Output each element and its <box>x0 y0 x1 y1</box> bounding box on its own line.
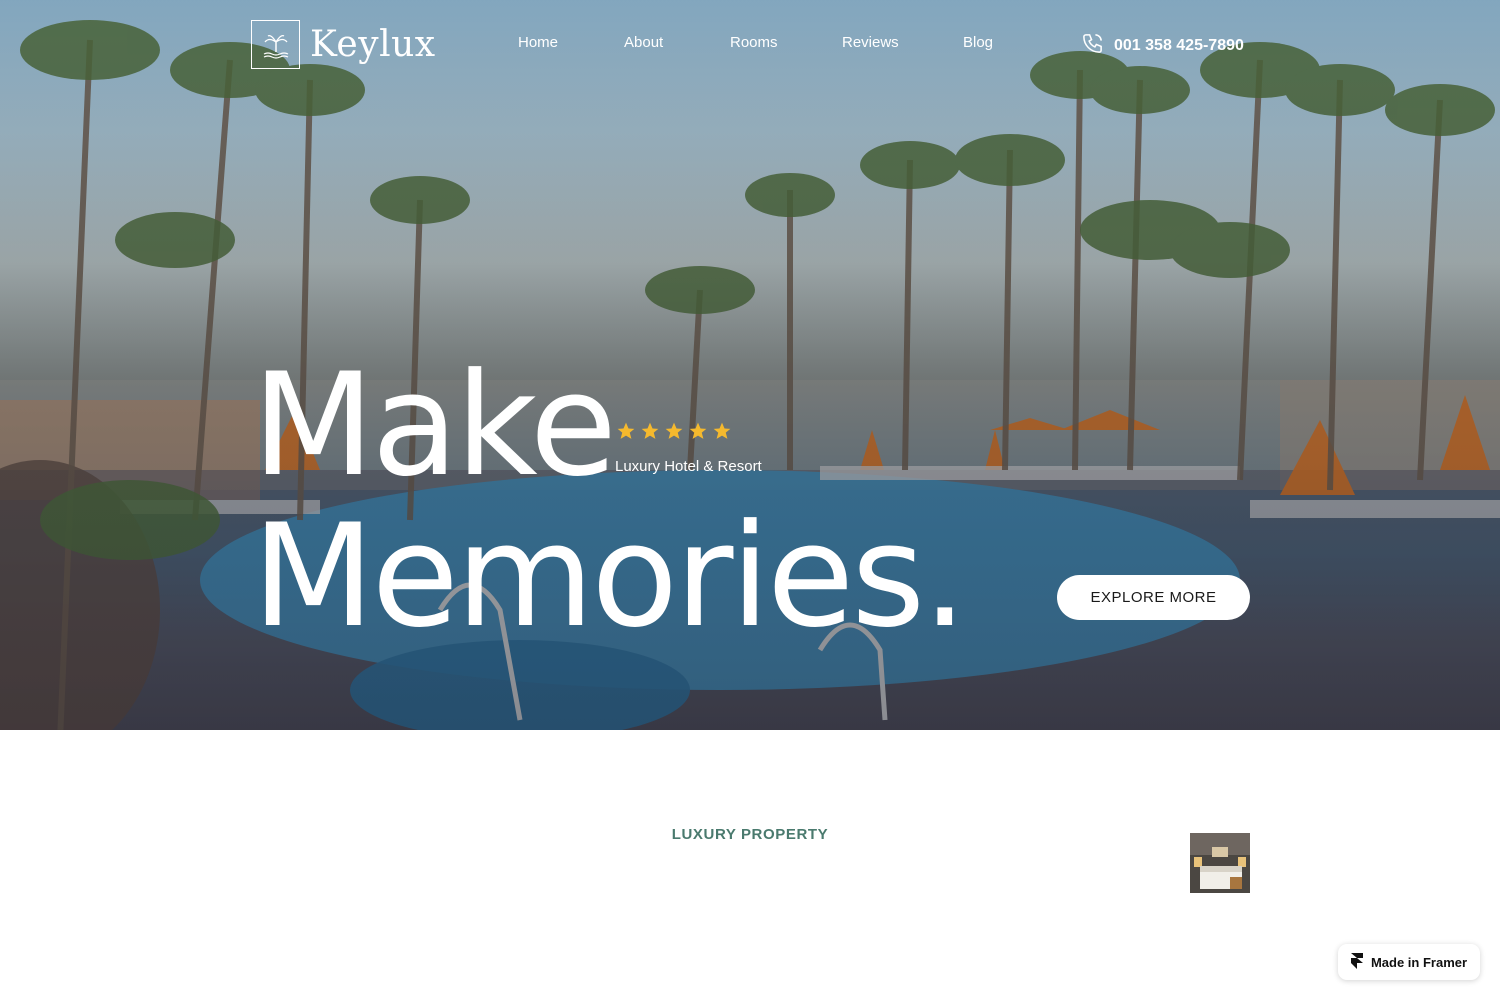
brand-name: Keylux <box>310 24 436 65</box>
palm-logo-icon <box>251 20 300 69</box>
section-eyebrow: LUXURY PROPERTY <box>671 826 829 843</box>
hero-section: Keylux Home About Rooms Reviews Blog 001… <box>0 0 1500 730</box>
nav-item-blog[interactable]: Blog <box>963 34 993 51</box>
phone-icon <box>1081 32 1104 60</box>
framer-icon <box>1350 952 1363 972</box>
badge-label: Made in Framer <box>1370 954 1468 970</box>
star-icon <box>665 422 683 439</box>
hero-headline-line2: Memories. <box>252 494 967 659</box>
phone-number: 001 358 425-7890 <box>1114 37 1244 54</box>
nav-item-home[interactable]: Home <box>518 34 558 51</box>
nav-item-rooms[interactable]: Rooms <box>730 34 778 51</box>
room-thumbnail[interactable] <box>1190 833 1250 893</box>
nav-item-reviews[interactable]: Reviews <box>842 34 899 51</box>
nav-item-about[interactable]: About <box>624 34 663 51</box>
star-rating <box>616 421 732 441</box>
star-icon <box>713 422 731 439</box>
star-icon <box>641 422 659 439</box>
explore-more-button[interactable]: EXPLORE MORE <box>1057 575 1250 620</box>
hero-tagline: Luxury Hotel & Resort <box>615 458 762 475</box>
star-icon <box>689 422 707 439</box>
star-icon <box>617 422 635 439</box>
brand-logo[interactable]: Keylux <box>251 20 436 69</box>
made-in-framer-badge[interactable]: Made in Framer <box>1338 944 1480 980</box>
phone-link[interactable]: 001 358 425-7890 <box>1081 32 1244 60</box>
hero-headline-line1: Make <box>252 343 617 508</box>
